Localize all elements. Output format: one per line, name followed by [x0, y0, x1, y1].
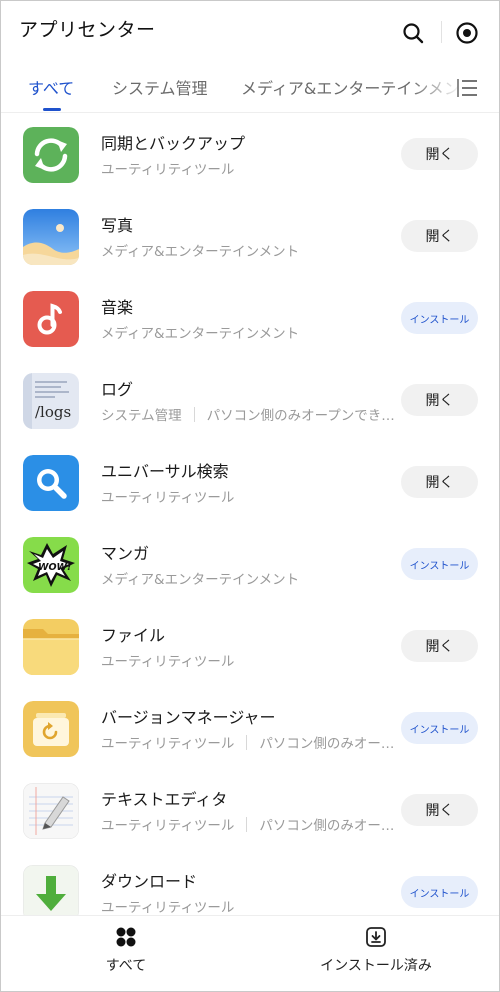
install-button[interactable]: インストール: [401, 712, 478, 744]
category-tabs: すべて システム管理 メディア&エンターテインメント: [1, 63, 499, 113]
sync-icon: [23, 127, 79, 183]
installed-icon: [366, 927, 386, 947]
open-button[interactable]: 開く: [401, 630, 478, 662]
active-tab-indicator: [43, 108, 61, 111]
header: アプリセンター: [1, 1, 499, 63]
manga-icon: WOW!: [23, 537, 79, 593]
search-icon[interactable]: [401, 21, 425, 45]
nav-label: インストール済み: [320, 958, 432, 974]
photos-icon: [23, 209, 79, 265]
app-meta: ユーティリティツール: [101, 650, 234, 670]
nav-all[interactable]: すべて: [81, 916, 171, 991]
target-icon[interactable]: [455, 21, 479, 45]
app-category: メディア&エンターテインメント: [101, 244, 300, 260]
version-manager-icon: [23, 701, 79, 757]
nav-installed[interactable]: インストール済み: [301, 916, 451, 991]
app-category: メディア&エンターテインメント: [101, 572, 300, 588]
app-category: ユーティリティツール: [101, 490, 235, 506]
open-button[interactable]: 開く: [401, 794, 478, 826]
meta-divider: [246, 816, 248, 832]
folder-icon: [23, 619, 79, 675]
logs-icon: /logs: [23, 373, 79, 429]
meta-divider: [193, 406, 195, 422]
install-button[interactable]: インストール: [401, 876, 478, 908]
app-name: 同期とバックアップ: [101, 134, 246, 153]
list-item[interactable]: /logs ログ システム管理 パソコン側のみオープンでき… 開く: [1, 360, 499, 442]
app-meta: メディア&エンターテインメント: [101, 322, 299, 342]
app-meta: ユーティリティツール パソコン側のみオー…: [101, 814, 394, 834]
app-name: 写真: [101, 216, 134, 235]
list-item[interactable]: 音楽 メディア&エンターテインメント インストール: [1, 278, 499, 360]
app-category: ユーティリティツール: [101, 162, 235, 178]
header-divider: [441, 21, 442, 43]
list-item[interactable]: バージョンマネージャー ユーティリティツール パソコン側のみオー… インストール: [1, 688, 499, 770]
app-category: システム管理: [101, 408, 182, 424]
app-name: ファイル: [101, 626, 166, 645]
app-category: ユーティリティツール: [101, 654, 235, 670]
list-item[interactable]: テキストエディタ ユーティリティツール パソコン側のみオー… 開く: [1, 770, 499, 852]
app-name: ユニバーサル検索: [101, 462, 229, 481]
list-item[interactable]: ファイル ユーティリティツール 開く: [1, 606, 499, 688]
install-button[interactable]: インストール: [401, 548, 478, 580]
app-category: メディア&エンターテインメント: [101, 326, 300, 342]
install-button[interactable]: インストール: [401, 302, 478, 334]
svg-text:/logs: /logs: [35, 403, 71, 421]
app-category: ユーティリティツール: [101, 818, 235, 834]
app-name: ログ: [101, 380, 134, 399]
app-meta: メディア&エンターテインメント: [101, 568, 299, 588]
svg-text:WOW!: WOW!: [38, 562, 71, 573]
app-category: ユーティリティツール: [101, 736, 235, 752]
open-button[interactable]: 開く: [401, 138, 478, 170]
app-meta: ユーティリティツール: [101, 896, 234, 916]
page-title: アプリセンター: [19, 19, 156, 41]
grid-icon: [116, 927, 136, 947]
app-name: マンガ: [101, 544, 150, 563]
app-name: 音楽: [101, 298, 134, 317]
open-button[interactable]: 開く: [401, 384, 478, 416]
app-name: ダウンロード: [101, 872, 198, 891]
app-meta: ユーティリティツール パソコン側のみオー…: [101, 732, 394, 752]
tab-all[interactable]: すべて: [28, 75, 74, 99]
app-center-screen: アプリセンター すべて システム管理 メディア&エンターテインメント 同期とバッ…: [0, 0, 500, 992]
app-meta: システム管理 パソコン側のみオープンでき…: [101, 404, 395, 424]
open-button[interactable]: 開く: [401, 220, 478, 252]
list-item[interactable]: 同期とバックアップ ユーティリティツール 開く: [1, 114, 499, 196]
app-note: パソコン側のみオー…: [259, 818, 395, 834]
app-meta: メディア&エンターテインメント: [101, 240, 299, 260]
open-button[interactable]: 開く: [401, 466, 478, 498]
text-editor-icon: [23, 783, 79, 839]
list-item[interactable]: WOW! マンガ メディア&エンターテインメント インストール: [1, 524, 499, 606]
tab-fade: [411, 63, 461, 111]
tab-menu-icon[interactable]: [457, 77, 479, 99]
meta-divider: [246, 734, 248, 750]
app-name: バージョンマネージャー: [101, 708, 276, 727]
list-item[interactable]: 写真 メディア&エンターテインメント 開く: [1, 196, 499, 278]
download-icon: [23, 865, 79, 921]
bottom-navigation: すべて インストール済み: [1, 915, 499, 991]
app-name: テキストエディタ: [101, 790, 228, 809]
app-meta: ユーティリティツール: [101, 486, 234, 506]
app-category: ユーティリティツール: [101, 900, 235, 916]
app-note: パソコン側のみオー…: [259, 736, 395, 752]
app-meta: ユーティリティツール: [101, 158, 234, 178]
tab-system-management[interactable]: システム管理: [112, 75, 208, 99]
music-icon: [23, 291, 79, 347]
universal-search-icon: [23, 455, 79, 511]
list-item[interactable]: ユニバーサル検索 ユーティリティツール 開く: [1, 442, 499, 524]
nav-label: すべて: [105, 958, 147, 974]
app-note: パソコン側のみオープンでき…: [206, 408, 395, 424]
